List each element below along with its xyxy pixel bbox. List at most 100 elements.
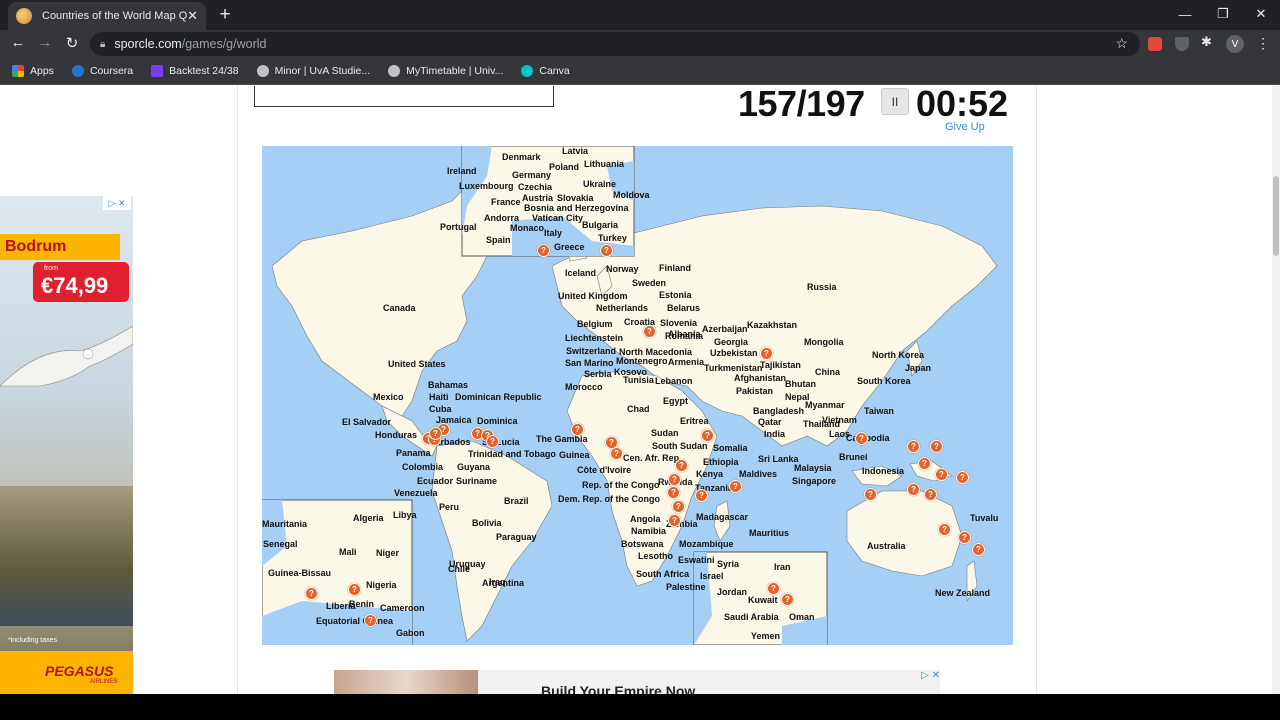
unanswered-country-marker[interactable]: ? bbox=[571, 423, 584, 436]
country-label: Syria bbox=[717, 559, 740, 569]
country-label: Georgia bbox=[714, 337, 749, 347]
country-label: Ethiopia bbox=[703, 457, 739, 467]
unanswered-country-marker[interactable]: ? bbox=[672, 500, 685, 513]
pause-button[interactable]: II bbox=[881, 88, 909, 115]
address-bar[interactable]: 🔒︎ sporcle.com/games/g/world ☆ bbox=[90, 32, 1140, 56]
shield-extension-icon[interactable] bbox=[1175, 37, 1189, 51]
country-label: Eritrea bbox=[680, 416, 709, 426]
reload-icon[interactable]: ↻ bbox=[62, 34, 82, 52]
country-label: Australia bbox=[867, 541, 906, 551]
bottom-advertisement[interactable]: Build Your Empire Now ▷ ✕ bbox=[334, 670, 940, 694]
bookmark-backtest[interactable]: Backtest 24/38 bbox=[151, 65, 239, 77]
unanswered-country-marker[interactable]: ? bbox=[760, 347, 773, 360]
country-label: Iceland bbox=[565, 268, 597, 278]
country-label: Israel bbox=[700, 571, 724, 581]
coursera-icon bbox=[71, 65, 84, 77]
unanswered-country-marker[interactable]: ? bbox=[924, 488, 937, 501]
unanswered-country-marker[interactable]: ? bbox=[600, 244, 613, 257]
country-label: Sudan bbox=[651, 428, 679, 438]
unanswered-country-marker[interactable]: ? bbox=[429, 427, 442, 440]
country-label: Mali bbox=[339, 547, 357, 557]
country-label: Canada bbox=[383, 303, 416, 313]
country-label: Mauritania bbox=[262, 519, 308, 529]
unanswered-country-marker[interactable]: ? bbox=[348, 583, 361, 596]
unanswered-country-marker[interactable]: ? bbox=[918, 457, 931, 470]
unanswered-country-marker[interactable]: ? bbox=[781, 593, 794, 606]
close-window-button[interactable]: ✕ bbox=[1242, 0, 1280, 28]
country-label: Dem. Rep. of the Congo bbox=[558, 494, 660, 504]
country-label: Niger bbox=[376, 548, 400, 558]
country-label: Qatar bbox=[758, 417, 782, 427]
unanswered-country-marker[interactable]: ? bbox=[305, 587, 318, 600]
unanswered-country-marker[interactable]: ? bbox=[668, 514, 681, 527]
world-map[interactable]: Latvia Denmark Lithuania Ireland Poland Germa… bbox=[262, 146, 1013, 645]
bookmark-canva[interactable]: Canva bbox=[521, 65, 570, 77]
unanswered-country-marker[interactable]: ? bbox=[667, 486, 680, 499]
country-label: Dominican Republic bbox=[455, 392, 542, 402]
profile-avatar[interactable]: V bbox=[1226, 35, 1244, 53]
bookmark-star-icon[interactable]: ☆ bbox=[1115, 35, 1128, 52]
tab-active[interactable]: Countries of the World Map Quiz ✕ bbox=[8, 2, 206, 30]
unanswered-country-marker[interactable]: ? bbox=[972, 543, 985, 556]
country-label: Cuba bbox=[429, 404, 452, 414]
tab-close-icon[interactable]: ✕ bbox=[187, 8, 198, 24]
country-label: New Zealand bbox=[935, 588, 991, 598]
puzzle-extensions-icon[interactable]: ✱ bbox=[1201, 34, 1215, 49]
unanswered-country-marker[interactable]: ? bbox=[956, 471, 969, 484]
scrollbar-thumb[interactable] bbox=[1273, 176, 1279, 256]
country-label: Russia bbox=[807, 282, 837, 292]
unanswered-country-marker[interactable]: ? bbox=[695, 489, 708, 502]
unanswered-country-marker[interactable]: ? bbox=[364, 614, 377, 627]
bottom-ad-choices-icon[interactable]: ▷ ✕ bbox=[921, 670, 940, 681]
unanswered-country-marker[interactable]: ? bbox=[701, 429, 714, 442]
new-tab-button[interactable]: + bbox=[214, 4, 236, 26]
bookmark-minor-uva[interactable]: Minor | UvA Studie... bbox=[256, 65, 370, 77]
unanswered-country-marker[interactable]: ? bbox=[486, 435, 499, 448]
unanswered-country-marker[interactable]: ? bbox=[958, 531, 971, 544]
country-label: Andorra bbox=[484, 213, 520, 223]
unanswered-country-marker[interactable]: ? bbox=[907, 483, 920, 496]
unanswered-country-marker[interactable]: ? bbox=[729, 480, 742, 493]
unanswered-country-marker[interactable]: ? bbox=[938, 523, 951, 536]
minimize-button[interactable]: — bbox=[1166, 0, 1204, 28]
unanswered-country-marker[interactable]: ? bbox=[675, 459, 688, 472]
country-label: Uzbekistan bbox=[710, 348, 758, 358]
country-label: Guinea-Bissau bbox=[268, 568, 332, 578]
bookmark-coursera[interactable]: Coursera bbox=[71, 65, 133, 77]
forward-arrow-icon[interactable]: → bbox=[35, 34, 55, 51]
bookmark-apps[interactable]: Apps bbox=[12, 65, 54, 77]
country-label: Estonia bbox=[659, 290, 692, 300]
give-up-link[interactable]: Give Up bbox=[945, 121, 985, 133]
back-arrow-icon[interactable]: ← bbox=[8, 34, 28, 51]
unanswered-country-marker[interactable]: ? bbox=[668, 473, 681, 486]
left-advertisement[interactable]: ▷ ✕ Bodrum from €74,99 *including taxes … bbox=[0, 196, 133, 694]
country-label: Finland bbox=[659, 263, 691, 273]
menu-kebab-icon[interactable]: ⋮ bbox=[1256, 35, 1270, 52]
country-label: Saudi Arabia bbox=[724, 612, 779, 622]
unanswered-country-marker[interactable]: ? bbox=[855, 432, 868, 445]
bottom-ad-image bbox=[334, 670, 478, 694]
unanswered-country-marker[interactable]: ? bbox=[930, 440, 943, 453]
country-label: Egypt bbox=[663, 396, 689, 406]
extension-red-icon[interactable] bbox=[1148, 37, 1162, 51]
ad-price-amount: €74,99 bbox=[41, 273, 109, 298]
answer-input[interactable] bbox=[254, 86, 554, 107]
ad-choices-icon[interactable]: ▷ ✕ bbox=[103, 196, 131, 210]
unanswered-country-marker[interactable]: ? bbox=[537, 244, 550, 257]
page-scrollbar[interactable] bbox=[1272, 86, 1280, 694]
country-label: Libya bbox=[393, 510, 417, 520]
country-label: Palestine bbox=[666, 582, 706, 592]
country-label: Mongolia bbox=[804, 337, 844, 347]
bookmark-mytimetable[interactable]: MyTimetable | Univ... bbox=[388, 65, 503, 77]
unanswered-country-marker[interactable]: ? bbox=[610, 447, 623, 460]
unanswered-country-marker[interactable]: ? bbox=[767, 582, 780, 595]
country-label: Eswatini bbox=[678, 555, 715, 565]
bookmarks-bar: Apps Coursera Backtest 24/38 Minor | UvA… bbox=[0, 58, 1280, 85]
country-label: Japan bbox=[905, 363, 932, 373]
unanswered-country-marker[interactable]: ? bbox=[643, 325, 656, 338]
unanswered-country-marker[interactable]: ? bbox=[907, 440, 920, 453]
unanswered-country-marker[interactable]: ? bbox=[935, 468, 948, 481]
country-label: Bosnia and Herzegovina bbox=[524, 203, 629, 213]
restore-button[interactable]: ❐ bbox=[1204, 0, 1242, 28]
unanswered-country-marker[interactable]: ? bbox=[864, 488, 877, 501]
